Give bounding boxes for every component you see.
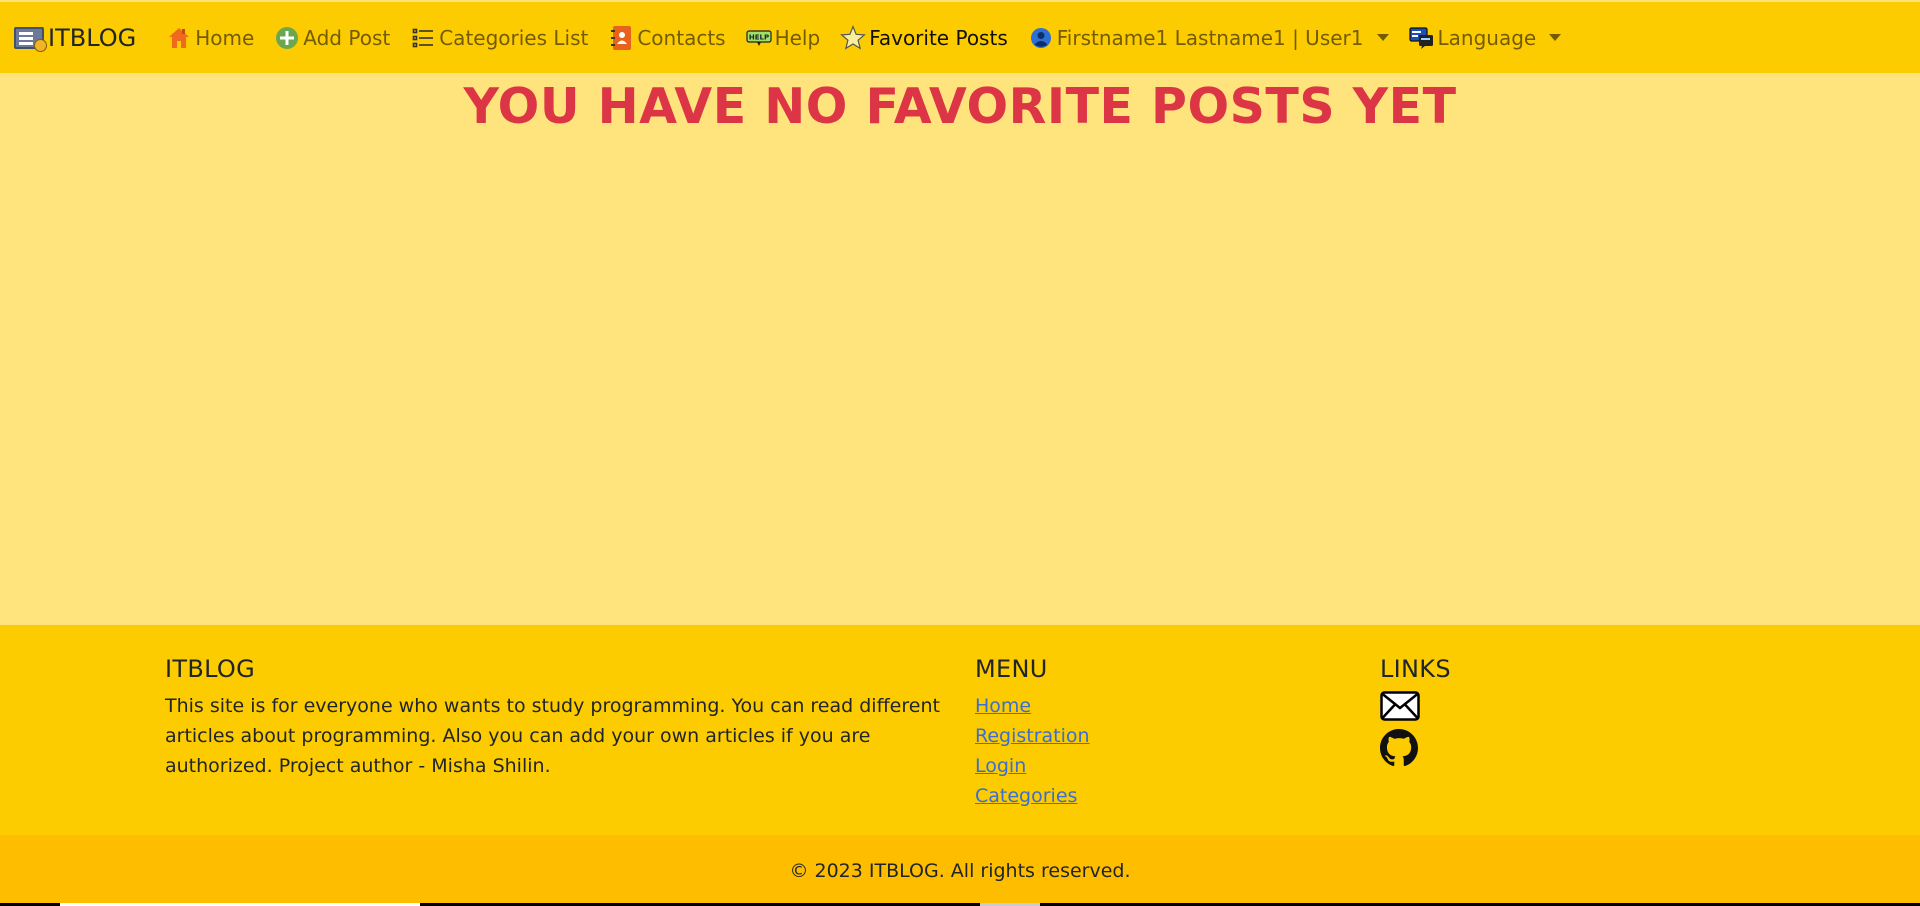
help-sign-icon: HELP xyxy=(745,25,772,51)
footer-link-home[interactable]: Home xyxy=(975,691,1090,721)
language-icon xyxy=(1408,25,1435,51)
footer-menu: MENU Home Registration Login Categories xyxy=(975,655,1090,811)
nav-add-post-label: Add Post xyxy=(303,25,391,50)
star-icon xyxy=(840,24,867,51)
user-menu-dropdown[interactable]: Firstname1 Lastname1 | User1 xyxy=(1028,25,1389,51)
brand-label: ITBLOG xyxy=(48,23,137,52)
help-badge-text: HELP xyxy=(748,33,768,41)
nav-add-post[interactable]: Add Post xyxy=(274,25,390,51)
nav-home-label: Home xyxy=(195,25,255,50)
footer-link-categories[interactable]: Categories xyxy=(975,781,1090,811)
nav-favorite-posts[interactable]: Favorite Posts xyxy=(840,24,1008,51)
chevron-down-icon xyxy=(1549,34,1562,41)
user-menu-label: Firstname1 Lastname1 | User1 xyxy=(1056,25,1364,50)
nav-help-label: Help xyxy=(774,25,821,50)
envelope-icon[interactable] xyxy=(1380,691,1420,727)
brand-link[interactable]: ITBLOG xyxy=(14,24,136,52)
contacts-book-icon xyxy=(608,25,634,51)
footer-link-registration[interactable]: Registration xyxy=(975,721,1090,751)
blog-logo-icon xyxy=(14,26,47,52)
footer-about-text: This site is for everyone who wants to s… xyxy=(165,695,940,777)
page-title: YOU HAVE NO FAVORITE POSTS YET xyxy=(463,78,1457,135)
site-footer: ITBLOG This site is for everyone who wan… xyxy=(0,625,1920,835)
top-navbar: ITBLOG Home Add Post Categories List Con… xyxy=(0,2,1920,73)
user-circle-icon xyxy=(1028,25,1054,51)
nav-favorite-posts-label: Favorite Posts xyxy=(869,25,1008,50)
nav-help[interactable]: HELP Help xyxy=(745,25,821,51)
nav-categories-label: Categories List xyxy=(439,25,589,50)
copyright-bar: © 2023 ITBLOG. All rights reserved. xyxy=(0,835,1920,906)
nav-categories-list[interactable]: Categories List xyxy=(410,25,588,51)
footer-about: ITBLOG This site is for everyone who wan… xyxy=(165,655,955,781)
footer-links: LINKS xyxy=(1380,655,1451,767)
home-icon xyxy=(166,25,192,51)
language-dropdown[interactable]: Language xyxy=(1408,25,1562,51)
footer-about-heading: ITBLOG xyxy=(165,655,256,683)
github-icon[interactable] xyxy=(1380,729,1420,767)
add-circle-icon xyxy=(274,25,300,51)
chevron-down-icon xyxy=(1376,34,1389,41)
nav-home[interactable]: Home xyxy=(166,25,254,51)
footer-links-heading: LINKS xyxy=(1380,655,1451,683)
list-icon xyxy=(410,25,436,51)
copyright-text: © 2023 ITBLOG. All rights reserved. xyxy=(789,859,1131,882)
footer-link-login[interactable]: Login xyxy=(975,751,1090,781)
language-label: Language xyxy=(1437,25,1537,50)
footer-menu-heading: MENU xyxy=(975,655,1048,683)
nav-contacts-label: Contacts xyxy=(637,25,726,50)
nav-contacts[interactable]: Contacts xyxy=(608,25,726,51)
